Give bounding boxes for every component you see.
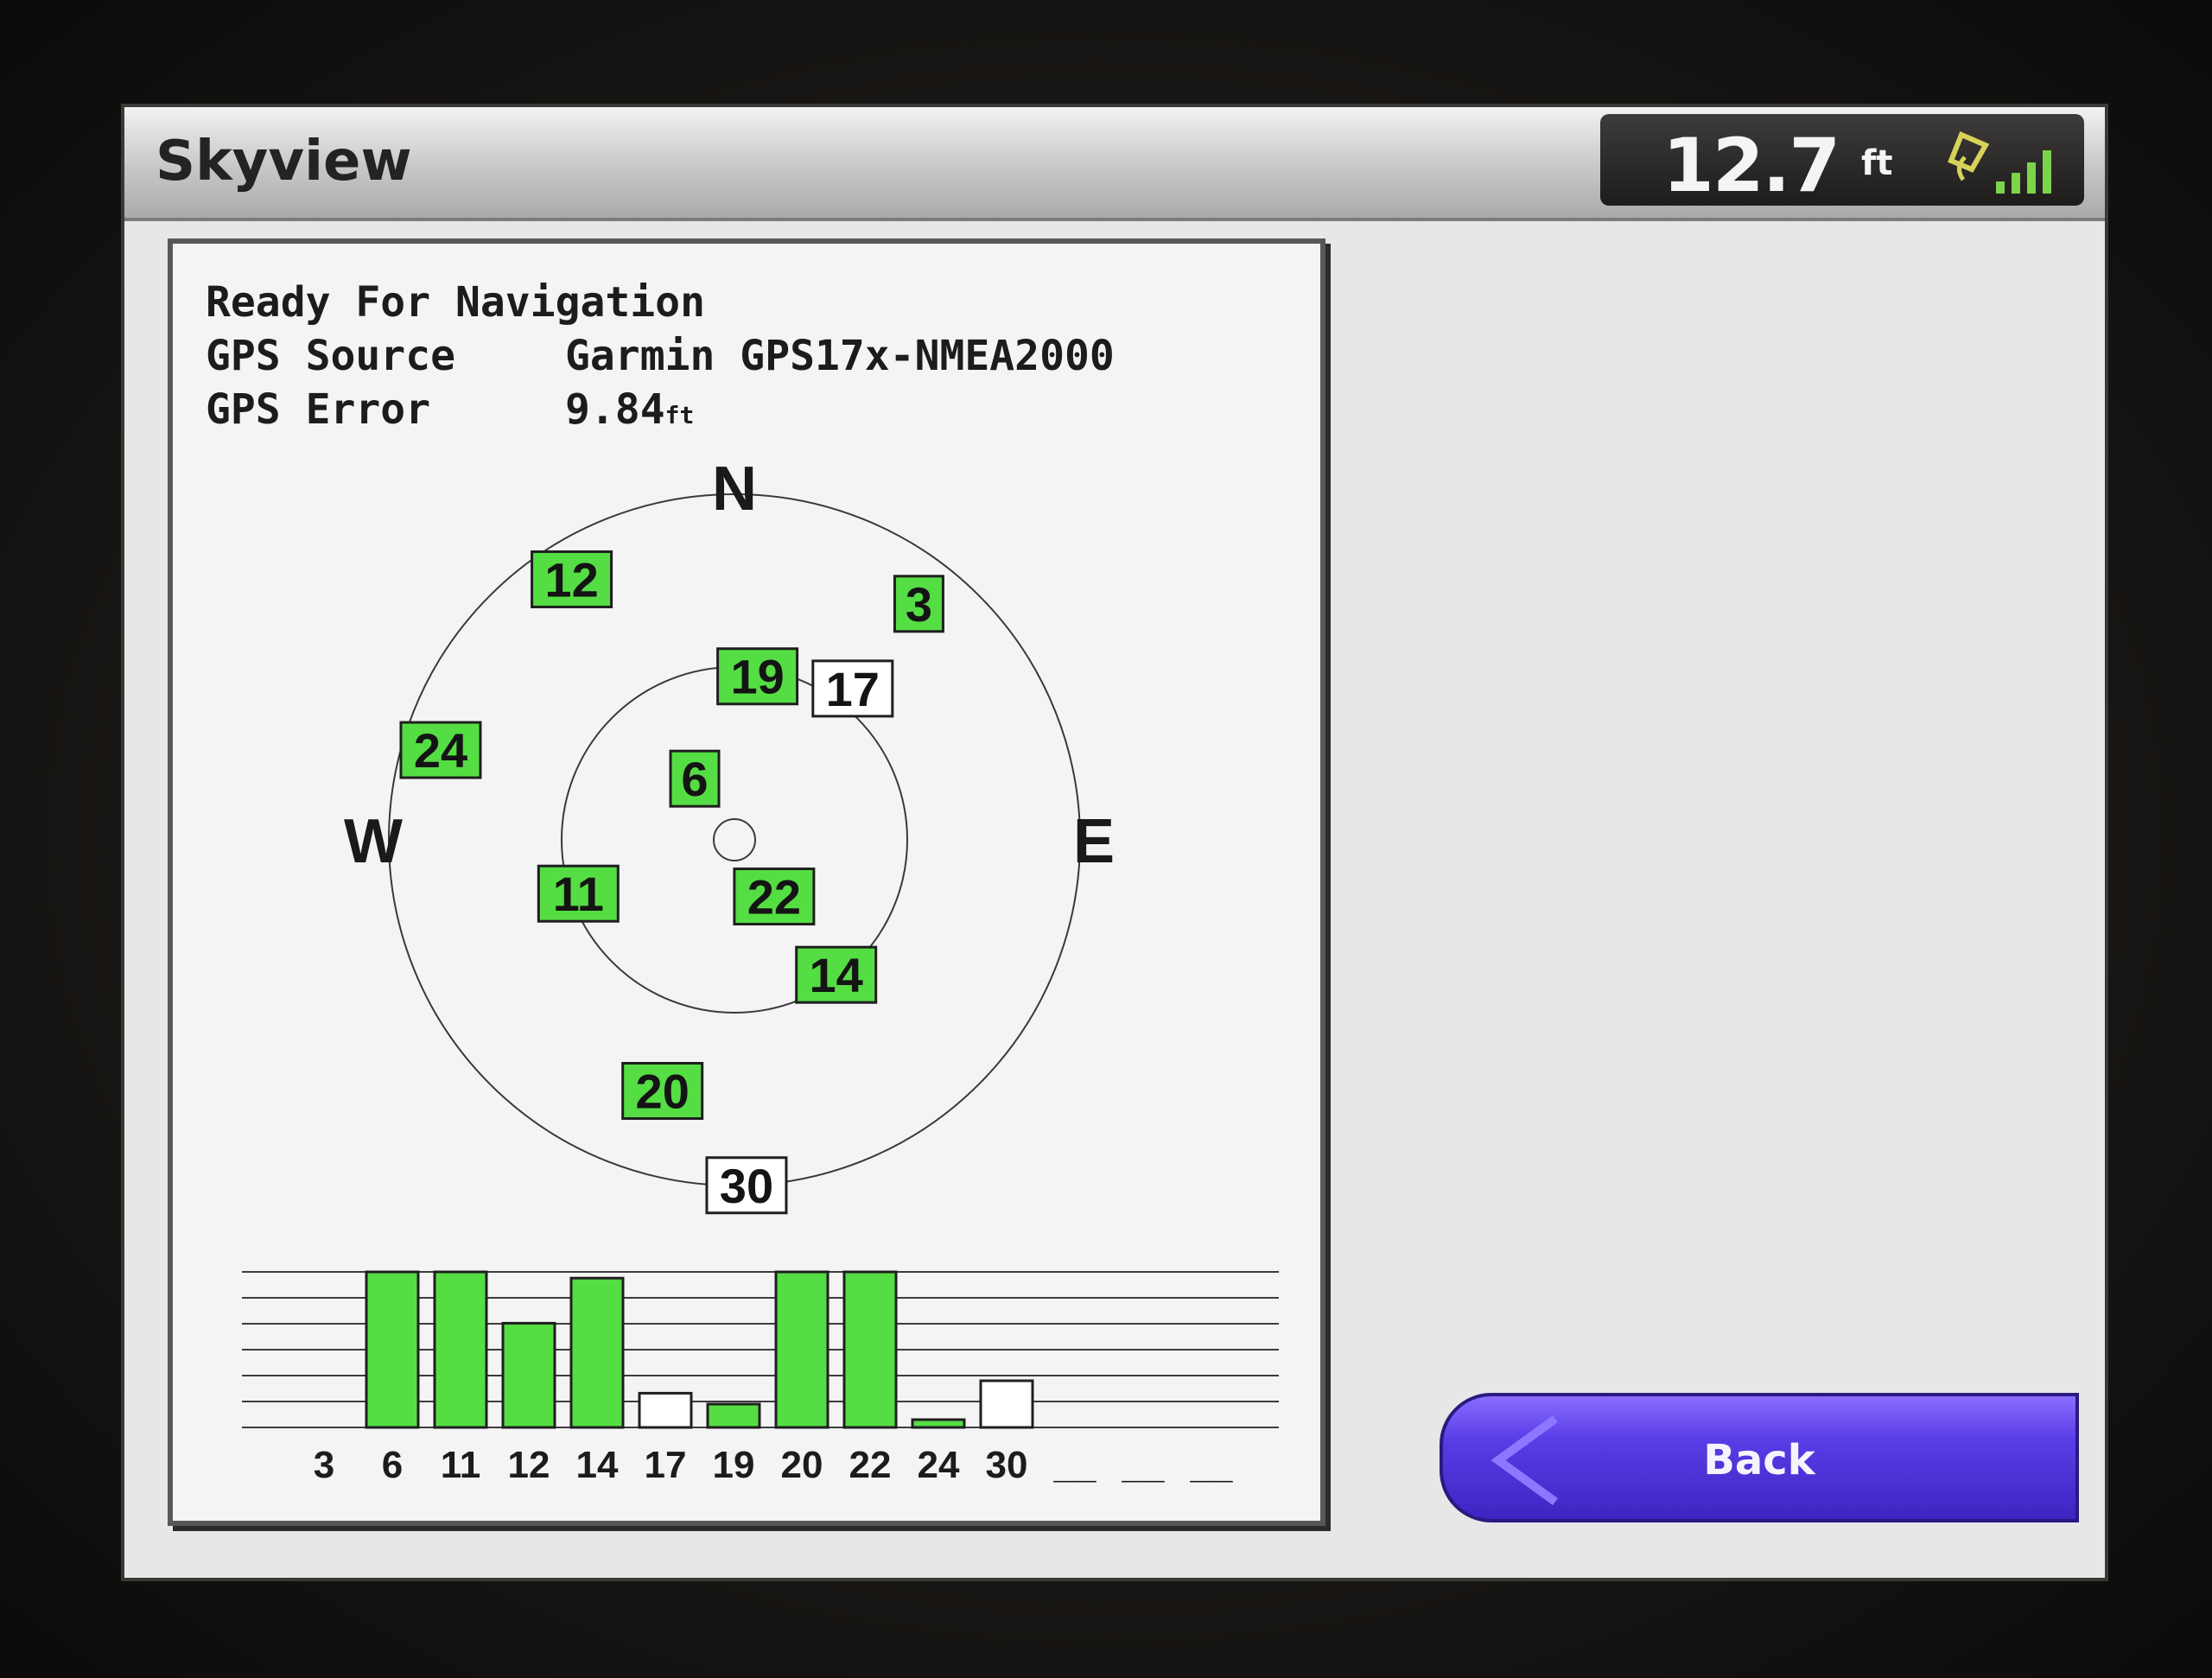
page-title: Skyview: [156, 130, 412, 194]
bar-label: 6: [382, 1444, 403, 1486]
status-unit: ft: [1861, 143, 1893, 183]
gps-error-number: 9.84: [565, 385, 665, 434]
satellite-marker: 22: [733, 868, 816, 926]
horizon-ring: [388, 493, 1081, 1186]
status-widget: 12.7 ft: [1600, 114, 2084, 209]
bar-label: 22: [849, 1444, 892, 1486]
gps-signal-icon: [1948, 131, 2051, 194]
chart-labels: 3 6 11 12 14 17 19 20 22 24 30 __ __ __: [314, 1444, 1233, 1486]
signal-bar: [774, 1270, 830, 1429]
bar-label: 11: [441, 1444, 481, 1486]
satellite-marker: 30: [705, 1156, 788, 1215]
bar-label: 20: [781, 1444, 823, 1486]
bar-label: __: [1122, 1444, 1165, 1486]
gps-error-value: 9.84ft: [565, 385, 694, 434]
satellite-marker: 19: [716, 647, 799, 706]
gps-source-value: Garmin GPS17x-NMEA2000: [565, 332, 1115, 380]
satellite-marker: 14: [795, 945, 878, 1004]
title-bar: Skyview 12.7 ft: [124, 107, 2105, 221]
signal-bar: [569, 1276, 625, 1429]
compass-north: N: [712, 454, 757, 524]
signal-bar: [433, 1270, 488, 1429]
back-button-label: Back: [1703, 1436, 1815, 1484]
bar-label: 30: [986, 1444, 1028, 1486]
bar-label: 14: [576, 1444, 619, 1486]
status-value: 12.7: [1662, 123, 1840, 209]
bar-label: 12: [508, 1444, 550, 1486]
signal-bar: [365, 1270, 420, 1429]
satellite-marker: 3: [893, 575, 944, 633]
satellite-marker: 12: [531, 550, 613, 608]
gps-error-label: GPS Error: [206, 385, 431, 434]
satellite-id: 30: [720, 1159, 773, 1213]
bar-label: 3: [314, 1444, 334, 1486]
satellite-marker: 17: [811, 659, 894, 718]
sky-plot: N E S W 12319172461122142030: [344, 454, 1115, 1222]
bar-label: 24: [918, 1444, 960, 1486]
satellite-id: 14: [810, 948, 863, 1002]
satellite-id: 22: [747, 870, 801, 925]
signal-bar: [911, 1418, 966, 1429]
satellite-id: 3: [906, 577, 932, 632]
satellite-id: 24: [414, 723, 467, 778]
bar-label: 19: [713, 1444, 755, 1486]
satellite-id: 12: [544, 552, 598, 607]
bar-label: 17: [645, 1444, 687, 1486]
satellite-id: 20: [636, 1065, 690, 1119]
skyview-panel: Ready For Navigation GPS Source Garmin G…: [168, 238, 1325, 1526]
signal-bar: [638, 1391, 693, 1429]
signal-strength-chart: 3 6 11 12 14 17 19 20 22 24 30 __ __ __: [242, 1270, 1279, 1486]
satellite-id: 6: [681, 752, 708, 806]
signal-bar: [842, 1270, 898, 1429]
satellite-markers: 12 3 19 17 24 6 11 2214 20 30: [399, 550, 944, 1215]
signal-bar: [706, 1402, 761, 1429]
signal-bar: [501, 1321, 556, 1429]
back-button[interactable]: Back: [1440, 1393, 2079, 1522]
device-screen: Skyview 12.7 ft Ready For Navigation GPS…: [121, 104, 2108, 1581]
status-text: Ready For Navigation: [206, 278, 705, 327]
gps-source-label: GPS Source: [206, 332, 455, 380]
bar-label: __: [1190, 1444, 1233, 1486]
compass-west: W: [344, 807, 403, 876]
bar-label: __: [1053, 1444, 1096, 1486]
compass-east: E: [1073, 807, 1115, 876]
satellite-marker: 24: [399, 721, 482, 779]
satellite-marker: 6: [669, 749, 721, 808]
signal-bar: [979, 1379, 1034, 1429]
satellite-id: 19: [730, 650, 784, 704]
zenith-marker: [713, 818, 756, 861]
gps-error-unit: ft: [664, 401, 695, 429]
satellite-id: 17: [826, 662, 880, 716]
satellite-marker: 11: [537, 864, 620, 923]
satellite-marker: 20: [621, 1062, 704, 1121]
satellite-id: 11: [553, 867, 604, 921]
